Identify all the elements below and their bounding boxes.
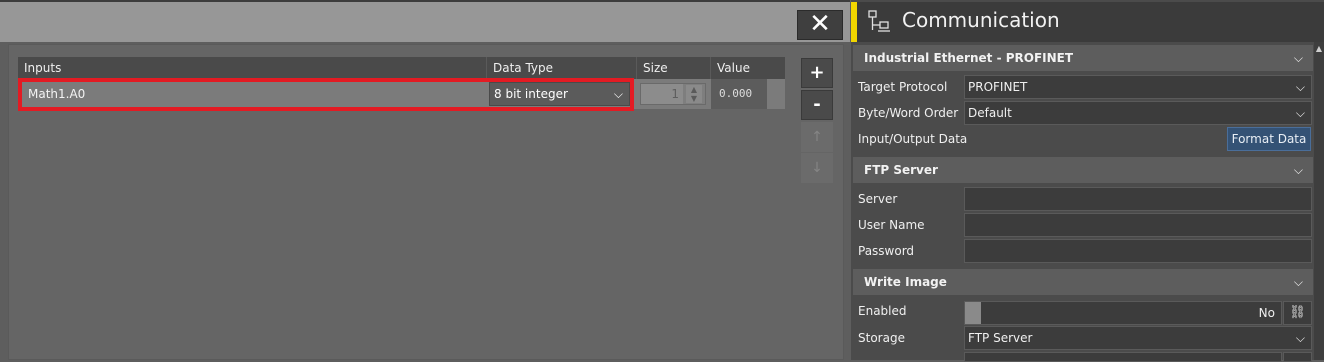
panel-title: Communication bbox=[902, 8, 1060, 32]
panel-accent-bar bbox=[851, 2, 857, 42]
column-header-size: Size (bytes) bbox=[637, 57, 711, 97]
close-button[interactable]: ✕ bbox=[797, 10, 843, 40]
storage-select[interactable]: FTP Server ⌵ bbox=[964, 326, 1312, 350]
password-label: Password bbox=[858, 244, 915, 258]
column-header-inputs: Inputs bbox=[18, 57, 487, 79]
section-ftp-server[interactable]: FTP Server ⌵ bbox=[853, 157, 1313, 183]
io-data-label: Input/Output Data bbox=[858, 132, 968, 146]
enabled-value: No bbox=[1258, 306, 1275, 320]
byte-order-label: Byte/Word Order bbox=[858, 106, 959, 120]
password-input[interactable] bbox=[964, 239, 1312, 263]
row-highlight-box bbox=[18, 78, 634, 111]
target-protocol-select[interactable]: PROFINET ⌵ bbox=[964, 75, 1312, 99]
unlink-button[interactable]: ⛓ bbox=[1283, 301, 1312, 325]
storage-value: FTP Server bbox=[968, 331, 1033, 345]
chevron-down-icon: ⌵ bbox=[1295, 331, 1305, 345]
column-header-value: Value bbox=[711, 57, 785, 79]
editor-top-bar bbox=[0, 0, 850, 42]
panel-scrollbar[interactable] bbox=[1314, 42, 1324, 360]
size-value[interactable]: 1 bbox=[641, 84, 683, 104]
user-name-input[interactable] bbox=[964, 213, 1312, 237]
section-write-image[interactable]: Write Image ⌵ bbox=[853, 269, 1313, 295]
size-stepper[interactable]: 1 ▲ ▼ bbox=[640, 83, 706, 105]
storage-label: Storage bbox=[858, 331, 905, 345]
toggle-knob[interactable] bbox=[965, 302, 981, 324]
chevron-down-icon: ⌵ bbox=[1293, 275, 1303, 289]
spinner-arrows-icon[interactable]: ▲ ▼ bbox=[686, 85, 702, 103]
target-protocol-label: Target Protocol bbox=[858, 80, 948, 94]
chevron-down-icon: ⌵ bbox=[1293, 51, 1303, 65]
value-cell: 0.000 bbox=[711, 79, 767, 109]
enabled-toggle[interactable]: No bbox=[964, 301, 1282, 325]
section-title: FTP Server bbox=[864, 163, 938, 177]
server-label: Server bbox=[858, 192, 898, 206]
format-data-button[interactable]: Format Data bbox=[1227, 127, 1311, 151]
target-protocol-value: PROFINET bbox=[968, 80, 1028, 94]
column-header-data-type: Data Type bbox=[487, 57, 637, 79]
move-up-button[interactable]: ↑ bbox=[801, 122, 833, 152]
byte-order-value: Default bbox=[968, 106, 1012, 120]
broken-link-icon: ⛓ bbox=[1289, 305, 1306, 320]
scroll-up-icon[interactable]: ▲ bbox=[1314, 44, 1324, 54]
chevron-down-icon: ⌵ bbox=[1295, 106, 1305, 120]
move-down-button[interactable]: ↓ bbox=[801, 153, 833, 183]
server-input[interactable] bbox=[964, 187, 1312, 211]
byte-order-select[interactable]: Default ⌵ bbox=[964, 101, 1312, 125]
next-field-button[interactable] bbox=[1283, 352, 1312, 362]
section-title: Industrial Ethernet - PROFINET bbox=[864, 51, 1074, 65]
remove-row-button[interactable]: - bbox=[801, 90, 833, 120]
network-icon bbox=[867, 10, 891, 34]
chevron-down-icon: ⌵ bbox=[1295, 80, 1305, 94]
next-field[interactable] bbox=[964, 352, 1282, 362]
close-icon: ✕ bbox=[809, 9, 831, 39]
section-industrial-ethernet[interactable]: Industrial Ethernet - PROFINET ⌵ bbox=[853, 45, 1313, 71]
user-name-label: User Name bbox=[858, 218, 925, 232]
chevron-down-icon: ⌵ bbox=[1293, 163, 1303, 177]
enabled-label: Enabled bbox=[858, 304, 907, 318]
section-title: Write Image bbox=[864, 275, 947, 289]
add-row-button[interactable]: + bbox=[801, 58, 833, 88]
